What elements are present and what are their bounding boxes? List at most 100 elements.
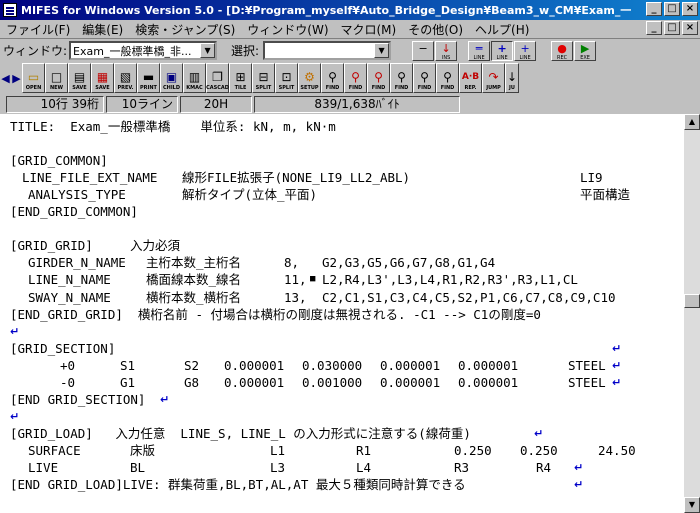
- vertical-scrollbar[interactable]: ▲ ▼: [684, 114, 700, 513]
- cursor-line-col: 10行 39桁: [6, 96, 104, 113]
- jump-button[interactable]: ↷ JUMP: [482, 63, 505, 93]
- jump-icon: ↷: [488, 70, 499, 84]
- menu-search-jump[interactable]: 検索・ジャンプ(S): [129, 21, 241, 38]
- editor-text: C2,C1,S1,C3,C4,C5,S2,P1,C6,C7,C8,C9,C10: [322, 289, 616, 305]
- editor-line[interactable]: SURFACE 床版 L1 R1 0.250 0.250 24.50: [0, 442, 684, 459]
- kmac-button[interactable]: ▥ KMAC: [183, 63, 206, 93]
- editor-text: R3: [454, 460, 470, 475]
- doc-restore-button[interactable]: □: [664, 21, 680, 35]
- editor-line[interactable]: GIRDER_N_NAME 主桁本数_主桁名 8, G2,G3,G5,G6,G7,G8…: [0, 254, 684, 271]
- menu-other[interactable]: その他(O): [402, 21, 469, 38]
- print-button[interactable]: ▬ PRINT: [137, 63, 160, 93]
- find-next-button[interactable]: ⚲ FIND: [344, 63, 367, 93]
- editor-line[interactable]: [END GRID_SECTION] ↵: [0, 391, 684, 408]
- editor-line[interactable]: +0 S1 S2 0.000001 0.030000 0.000001 0.000001 ST…: [0, 357, 684, 374]
- record-icon: ●: [557, 41, 567, 55]
- chevron-down-icon[interactable]: ▼: [374, 43, 390, 58]
- editor-text: [GRID_SECTION]: [10, 340, 116, 356]
- status-row: 10行 39桁 10ライン 20H 839/1,638ﾊﾞｲﾄ: [0, 95, 700, 114]
- editor-text: BL: [130, 460, 146, 475]
- new-button[interactable]: □ NEW: [45, 63, 68, 93]
- find-word-button[interactable]: ⚲ FIND: [390, 63, 413, 93]
- menu-file[interactable]: ファイル(F): [0, 21, 76, 38]
- toolbar-scroll-right-icon[interactable]: ▶: [11, 63, 22, 93]
- window-select[interactable]: Exam_一般標準橋_非... ▼: [69, 41, 218, 60]
- toolbar-scroll-left-icon[interactable]: ◀: [0, 63, 11, 93]
- doc-minimize-button[interactable]: _: [646, 21, 662, 35]
- keyboard-macro-icon: ▥: [188, 70, 201, 84]
- editor-line[interactable]: ANALYSIS_TYPE 解析タイプ(立体_平面) 平面構造: [0, 186, 684, 203]
- doc-close-button[interactable]: ×: [682, 21, 698, 35]
- execute-macro-button[interactable]: ▶ EXE: [574, 40, 597, 61]
- minimize-button[interactable]: _: [646, 2, 662, 16]
- find-prev-icon: ⚲: [374, 70, 383, 84]
- scroll-up-icon[interactable]: ▲: [684, 114, 700, 130]
- save-icon: ▤: [73, 70, 86, 84]
- find-prev-button[interactable]: ⚲ FIND: [367, 63, 390, 93]
- editor-text: [END GRID_LOAD]LIVE: 群集荷重,BL,BT,AL,AT 最大…: [10, 477, 466, 493]
- menu-help[interactable]: ヘルプ(H): [469, 21, 535, 38]
- split-horizontal-button[interactable]: ⊟ SPLIT: [252, 63, 275, 93]
- replace-icon: A·B: [461, 72, 480, 82]
- scroll-thumb[interactable]: [684, 294, 700, 308]
- find-up-button[interactable]: ⚲ FIND: [413, 63, 436, 93]
- editor-line[interactable]: LINE_N_NAME 橋面線本数_線名 11, ■ L2,R4,L3',L3,L4,R…: [0, 271, 684, 288]
- line-button[interactable]: ═ LINE: [468, 40, 491, 61]
- save-all-button[interactable]: ▦ SAVE: [91, 63, 114, 93]
- close-button[interactable]: ×: [682, 2, 698, 16]
- return-mark-icon: ↵: [160, 392, 170, 406]
- insert-button[interactable]: ↓ INS: [435, 40, 458, 61]
- editor-text: STEEL: [568, 357, 606, 373]
- editor-text: [GRID_LOAD] 入力任意 LINE_S, LINE_L の入力形式に注意…: [10, 425, 471, 441]
- editor-line[interactable]: SWAY_N_NAME 横桁本数_横桁名 13, C2,C1,S1,C3,C4,C5,…: [0, 289, 684, 306]
- record-macro-button[interactable]: ● REC: [551, 40, 574, 61]
- app-icon[interactable]: [3, 3, 17, 17]
- editor-line[interactable]: [END_GRID_COMMON]: [0, 203, 684, 220]
- editor-text: L2,R4,L3',L3,L4,R1,R2,R3',R3,L1,CL: [322, 272, 578, 288]
- split-vertical-button[interactable]: ⊡ SPLIT: [275, 63, 298, 93]
- editor-line[interactable]: [GRID_COMMON]: [0, 152, 684, 169]
- return-mark-icon: ↵: [612, 341, 622, 355]
- find-down-button[interactable]: ⚲ FIND: [436, 63, 459, 93]
- menu-macro[interactable]: マクロ(M): [335, 21, 403, 38]
- editor-line[interactable]: [END GRID_LOAD]LIVE: 群集荷重,BL,BT,AL,AT 最大…: [0, 476, 684, 493]
- setup-button[interactable]: ⚙ SETUP: [298, 63, 321, 93]
- chevron-down-icon[interactable]: ▼: [200, 43, 216, 58]
- editor-line[interactable]: TITLE: Exam_一般標準橋 単位系: kN, m, kN·m: [0, 118, 684, 135]
- tile-button[interactable]: ⊞ TILE: [229, 63, 252, 93]
- cascade-button[interactable]: ❐ CASCAD: [206, 63, 229, 93]
- open-button[interactable]: ▭ OPEN: [22, 63, 45, 93]
- editor-line[interactable]: ↵: [0, 408, 684, 425]
- editor-line[interactable]: [0, 135, 684, 152]
- find-button[interactable]: ⚲ FIND: [321, 63, 344, 93]
- replace-button[interactable]: A·B REP.: [459, 63, 482, 93]
- maximize-button[interactable]: □: [664, 2, 680, 16]
- save-button[interactable]: ▤ SAVE: [68, 63, 91, 93]
- scroll-down-icon[interactable]: ▼: [684, 497, 700, 513]
- editor-line[interactable]: [GRID_LOAD] 入力任意 LINE_S, LINE_L の入力形式に注意…: [0, 425, 684, 442]
- child-button[interactable]: ▣ CHILD: [160, 63, 183, 93]
- title-bar: MIFES for Windows Version 5.0 - [D:¥Prog…: [0, 0, 700, 20]
- line-cross-button[interactable]: + LINE: [514, 40, 537, 61]
- menu-edit[interactable]: 編集(E): [76, 21, 129, 38]
- text-editor[interactable]: TITLE: Exam_一般標準橋 単位系: kN, m, kN·m [GRID_…: [0, 114, 684, 513]
- menu-window[interactable]: ウィンドウ(W): [241, 21, 334, 38]
- minus-button[interactable]: −: [412, 40, 435, 61]
- editor-line[interactable]: LINE_FILE_EXT_NAME 線形FILE拡張子(NONE_LI9_LL2…: [0, 169, 684, 186]
- select-input[interactable]: ▼: [263, 41, 392, 60]
- jump-more-button[interactable]: ↓ JU: [505, 63, 519, 93]
- editor-line[interactable]: -0 G1 G8 0.000001 0.001000 0.000001 0.000001 ST…: [0, 374, 684, 391]
- editor-text: 解析タイプ(立体_平面): [182, 187, 318, 203]
- editor-line[interactable]: [GRID_GRID] 入力必須: [0, 237, 684, 254]
- editor-line[interactable]: [END_GRID_GRID] 横桁名前 - 付場合は横桁の剛度は無視される. …: [0, 306, 684, 323]
- print-preview-button[interactable]: ▧ PREV.: [114, 63, 137, 93]
- editor-line[interactable]: [GRID_SECTION] ↵: [0, 340, 684, 357]
- line-add-button[interactable]: + LINE: [491, 40, 514, 61]
- editor-text: 8,: [284, 255, 300, 271]
- editor-text: S1: [120, 357, 136, 373]
- editor-line[interactable]: LIVE BL L3 L4 R3 R4 ↵: [0, 459, 684, 476]
- editor-line[interactable]: [0, 220, 684, 237]
- editor-line[interactable]: ↵: [0, 323, 684, 340]
- window-select-value: Exam_一般標準橋_非...: [73, 44, 192, 58]
- byte-count: 839/1,638ﾊﾞｲﾄ: [254, 96, 460, 113]
